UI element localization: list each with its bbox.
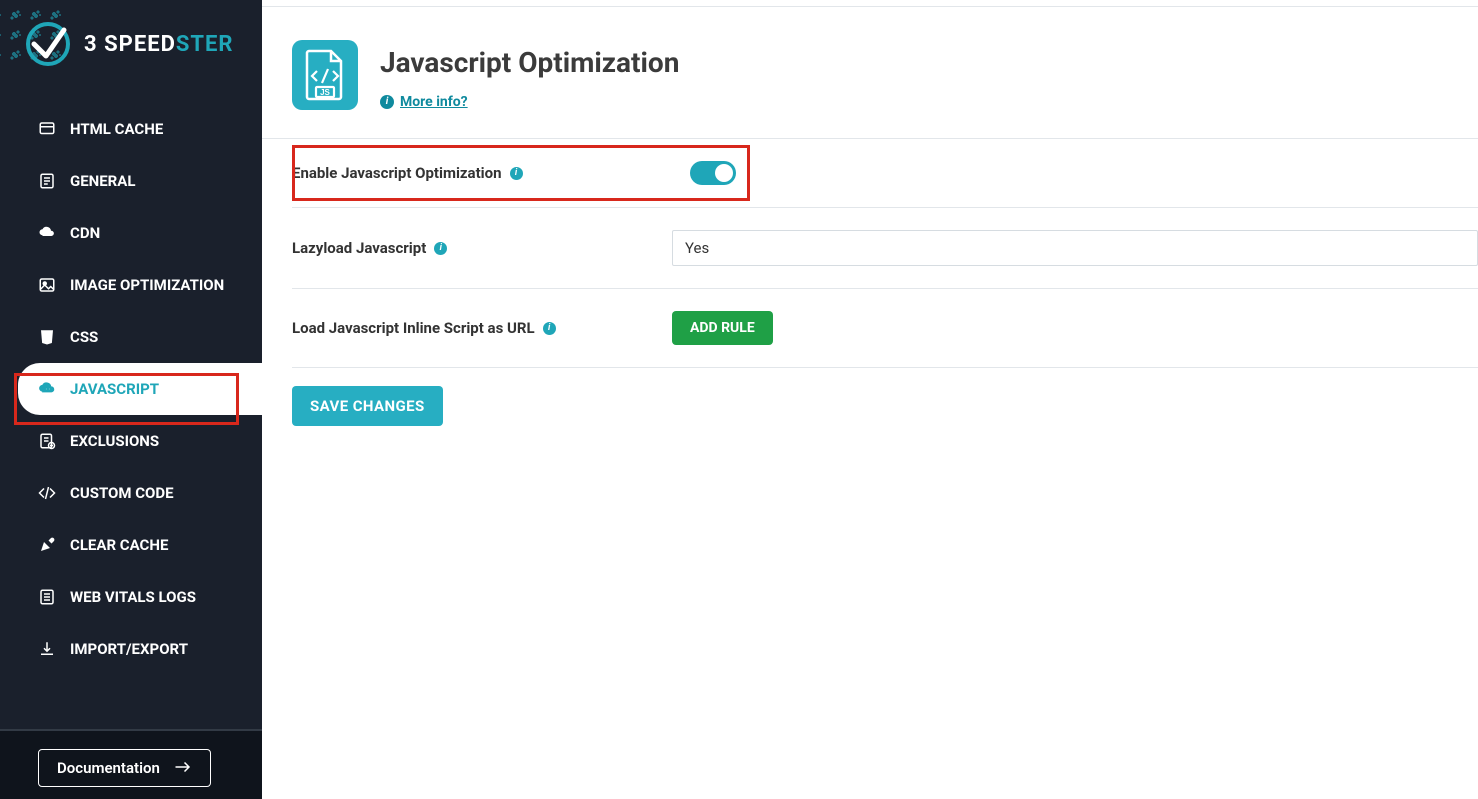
image-icon bbox=[38, 276, 56, 294]
js-badge-icon: JS bbox=[292, 40, 358, 110]
page-header: JS Javascript Optimization i More info? bbox=[262, 0, 1478, 139]
more-info-link[interactable]: i More info? bbox=[380, 94, 468, 110]
setting-row-enable: Enable Javascript Optimization i bbox=[292, 139, 750, 207]
sidebar-item-label: HTML CACHE bbox=[70, 120, 163, 138]
info-icon: i bbox=[380, 95, 394, 109]
lazyload-select[interactable]: Yes bbox=[672, 230, 1478, 266]
setting-row-lazyload: Lazyload Javascript i Yes bbox=[292, 207, 1478, 289]
clear-cache-icon bbox=[38, 536, 56, 554]
sidebar-item-web-vitals[interactable]: WEB VITALS LOGS bbox=[0, 571, 262, 623]
sidebar: 3 SPEEDSTER HTML CACHE GENERAL CDN bbox=[0, 0, 262, 799]
sidebar-item-image-optimization[interactable]: IMAGE OPTIMIZATION bbox=[0, 259, 262, 311]
documentation-button[interactable]: Documentation bbox=[38, 749, 211, 787]
sidebar-item-html-cache[interactable]: HTML CACHE bbox=[0, 103, 262, 155]
sidebar-item-css[interactable]: CSS bbox=[0, 311, 262, 363]
inline-url-label-text: Load Javascript Inline Script as URL bbox=[292, 319, 535, 337]
exclusions-icon bbox=[38, 432, 56, 450]
arrow-right-icon bbox=[174, 759, 192, 777]
html-cache-icon bbox=[38, 120, 56, 138]
logo-area: 3 SPEEDSTER bbox=[0, 0, 262, 95]
logo-text: 3 SPEEDSTER bbox=[84, 32, 234, 57]
logo-prefix: 3 bbox=[84, 32, 104, 57]
enable-toggle[interactable] bbox=[690, 161, 736, 185]
setting-label-inline-url: Load Javascript Inline Script as URL i bbox=[292, 319, 672, 337]
save-changes-button[interactable]: SAVE CHANGES bbox=[292, 386, 443, 426]
settings-panel: Enable Javascript Optimization i Lazyloa… bbox=[262, 139, 1478, 426]
page-title: Javascript Optimization bbox=[380, 46, 679, 79]
sidebar-item-label: CUSTOM CODE bbox=[70, 484, 174, 502]
inline-url-control: ADD RULE bbox=[672, 311, 773, 345]
logo-mark-icon bbox=[18, 14, 78, 74]
sidebar-item-exclusions[interactable]: EXCLUSIONS bbox=[0, 415, 262, 467]
enable-label-text: Enable Javascript Optimization bbox=[292, 164, 502, 182]
logo-suffix: STER bbox=[176, 32, 234, 57]
lazyload-select-wrap: Yes bbox=[672, 230, 1478, 266]
setting-label-enable: Enable Javascript Optimization i bbox=[292, 164, 523, 182]
toggle-knob bbox=[715, 164, 733, 182]
add-rule-button[interactable]: ADD RULE bbox=[672, 311, 773, 345]
sidebar-footer: Documentation bbox=[0, 729, 262, 799]
sidebar-item-label: CDN bbox=[70, 224, 100, 242]
javascript-icon bbox=[38, 380, 56, 398]
sidebar-item-label: JAVASCRIPT bbox=[70, 380, 159, 398]
sidebar-item-label: WEB VITALS LOGS bbox=[70, 588, 196, 606]
logo-main: SPEED bbox=[104, 32, 176, 57]
info-icon[interactable]: i bbox=[543, 322, 556, 335]
sidebar-item-custom-code[interactable]: CUSTOM CODE bbox=[0, 467, 262, 519]
sidebar-item-label: CSS bbox=[70, 328, 98, 346]
main-content: JS Javascript Optimization i More info? … bbox=[262, 0, 1478, 426]
code-icon bbox=[38, 484, 56, 502]
sidebar-item-import-export[interactable]: IMPORT/EXPORT bbox=[0, 623, 262, 675]
svg-text:JS: JS bbox=[320, 88, 330, 97]
sidebar-item-label: GENERAL bbox=[70, 172, 136, 190]
sidebar-nav: HTML CACHE GENERAL CDN IMAGE OPTIMIZATIO… bbox=[0, 95, 262, 675]
sidebar-item-general[interactable]: GENERAL bbox=[0, 155, 262, 207]
setting-label-lazyload: Lazyload Javascript i bbox=[292, 239, 672, 257]
documentation-label: Documentation bbox=[57, 759, 160, 777]
enable-toggle-wrap bbox=[690, 161, 736, 185]
sidebar-item-label: EXCLUSIONS bbox=[70, 432, 159, 450]
sidebar-item-label: IMAGE OPTIMIZATION bbox=[70, 276, 224, 294]
logo-row: 3 SPEEDSTER bbox=[18, 14, 244, 74]
page-title-wrap: Javascript Optimization i More info? bbox=[380, 40, 679, 110]
sidebar-item-clear-cache[interactable]: CLEAR CACHE bbox=[0, 519, 262, 571]
lazyload-label-text: Lazyload Javascript bbox=[292, 239, 426, 257]
import-export-icon bbox=[38, 640, 56, 658]
cdn-icon bbox=[38, 224, 56, 242]
actions-row: SAVE CHANGES bbox=[292, 368, 1478, 426]
info-icon[interactable]: i bbox=[510, 167, 523, 180]
general-icon bbox=[38, 172, 56, 190]
sidebar-item-cdn[interactable]: CDN bbox=[0, 207, 262, 259]
more-info-label: More info? bbox=[400, 94, 468, 110]
logs-icon bbox=[38, 588, 56, 606]
sidebar-item-label: IMPORT/EXPORT bbox=[70, 640, 188, 658]
css-icon bbox=[38, 328, 56, 346]
setting-row-inline-url: Load Javascript Inline Script as URL i A… bbox=[292, 289, 1478, 368]
sidebar-item-javascript[interactable]: JAVASCRIPT bbox=[18, 363, 262, 415]
info-icon[interactable]: i bbox=[434, 242, 447, 255]
lazyload-value: Yes bbox=[685, 239, 709, 257]
sidebar-item-label: CLEAR CACHE bbox=[70, 536, 168, 554]
